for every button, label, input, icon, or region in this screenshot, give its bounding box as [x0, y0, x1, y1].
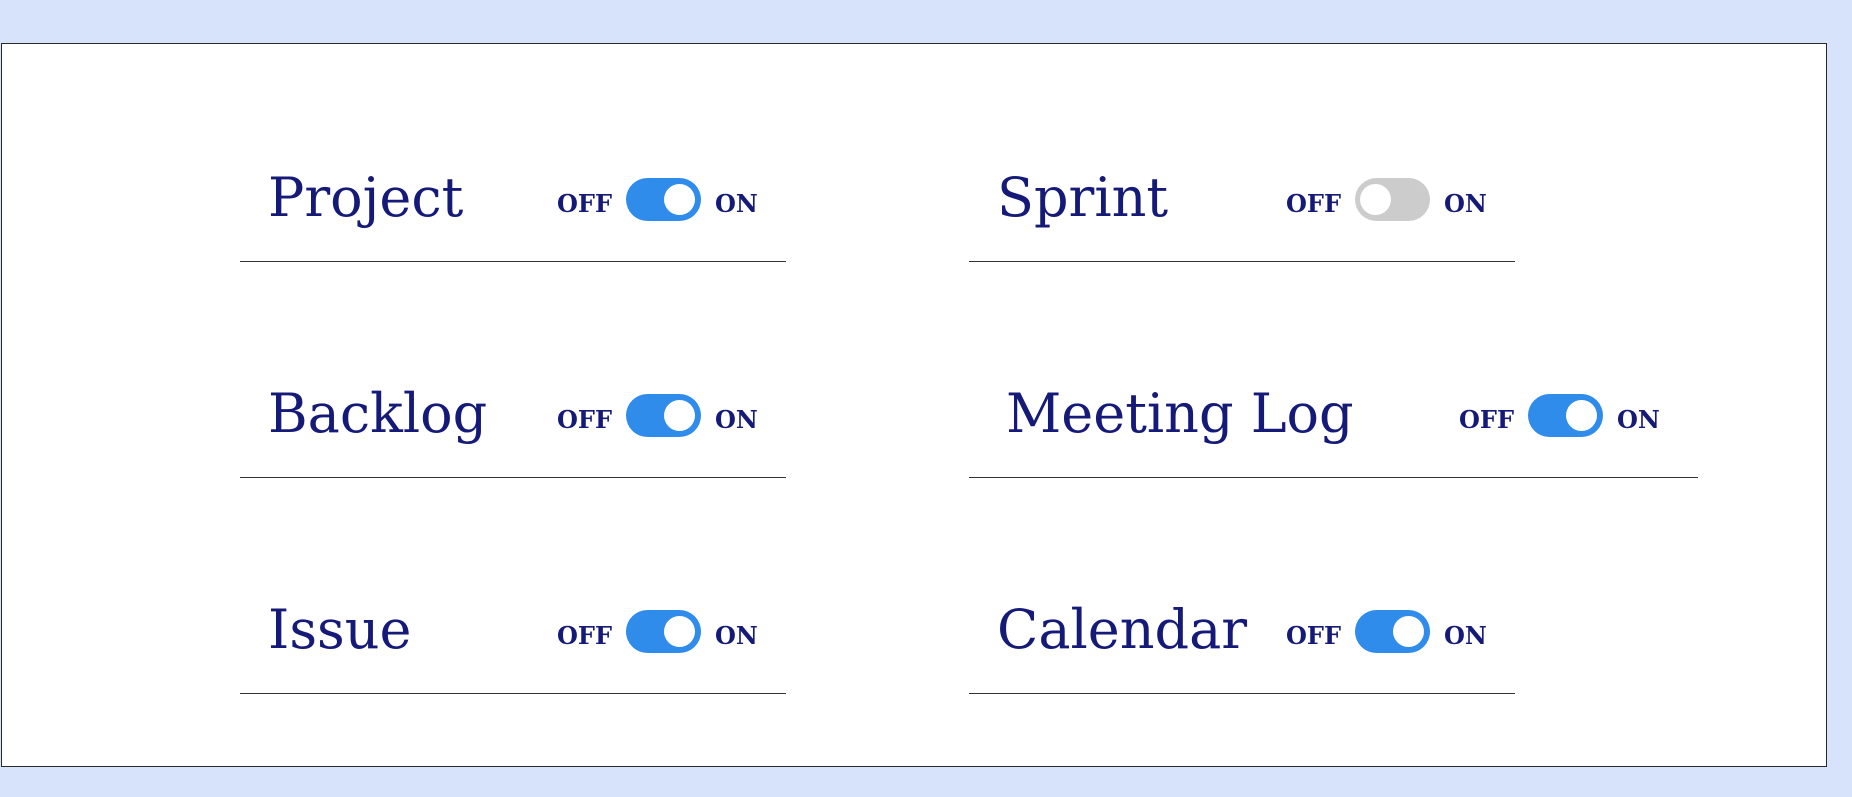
- off-label: OFF: [1459, 404, 1514, 434]
- off-label: OFF: [557, 404, 612, 434]
- setting-label-sprint: Sprint: [997, 166, 1169, 229]
- switch-group-meeting-log: OFF ON: [1459, 394, 1660, 437]
- toggle-knob: [1392, 616, 1424, 647]
- toggle-knob: [663, 400, 695, 431]
- toggle-issue[interactable]: [625, 610, 701, 653]
- setting-label-calendar: Calendar: [997, 598, 1248, 661]
- on-label: ON: [714, 404, 758, 434]
- switch-group-calendar: OFF ON: [1286, 610, 1487, 653]
- toggle-backlog[interactable]: [625, 394, 701, 437]
- switch-group-backlog: OFF ON: [557, 394, 758, 437]
- setting-row-meeting-log: Meeting Log OFF ON: [969, 387, 1698, 478]
- toggle-knob: [1359, 184, 1391, 215]
- setting-label-project: Project: [268, 166, 464, 229]
- on-label: ON: [1443, 188, 1487, 218]
- toggle-knob: [1565, 400, 1597, 431]
- setting-label-meeting-log: Meeting Log: [1006, 382, 1354, 445]
- switch-group-project: OFF ON: [557, 178, 758, 221]
- toggle-knob: [663, 184, 695, 215]
- setting-label-issue: Issue: [268, 598, 412, 661]
- on-label: ON: [1616, 404, 1660, 434]
- setting-row-calendar: Calendar OFF ON: [969, 603, 1515, 694]
- off-label: OFF: [1286, 620, 1341, 650]
- on-label: ON: [714, 620, 758, 650]
- switch-group-issue: OFF ON: [557, 610, 758, 653]
- setting-row-project: Project OFF ON: [240, 171, 786, 262]
- toggle-calendar[interactable]: [1354, 610, 1430, 653]
- off-label: OFF: [557, 188, 612, 218]
- on-label: ON: [714, 188, 758, 218]
- toggle-sprint[interactable]: [1354, 178, 1430, 221]
- toggle-project[interactable]: [625, 178, 701, 221]
- toggle-meeting-log[interactable]: [1527, 394, 1603, 437]
- setting-row-sprint: Sprint OFF ON: [969, 171, 1515, 262]
- off-label: OFF: [1286, 188, 1341, 218]
- settings-panel: Project OFF ON Sprint OFF ON Backlog OFF…: [1, 43, 1827, 767]
- setting-label-backlog: Backlog: [268, 382, 488, 445]
- off-label: OFF: [557, 620, 612, 650]
- on-label: ON: [1443, 620, 1487, 650]
- switch-group-sprint: OFF ON: [1286, 178, 1487, 221]
- toggle-knob: [663, 616, 695, 647]
- setting-row-backlog: Backlog OFF ON: [240, 387, 786, 478]
- setting-row-issue: Issue OFF ON: [240, 603, 786, 694]
